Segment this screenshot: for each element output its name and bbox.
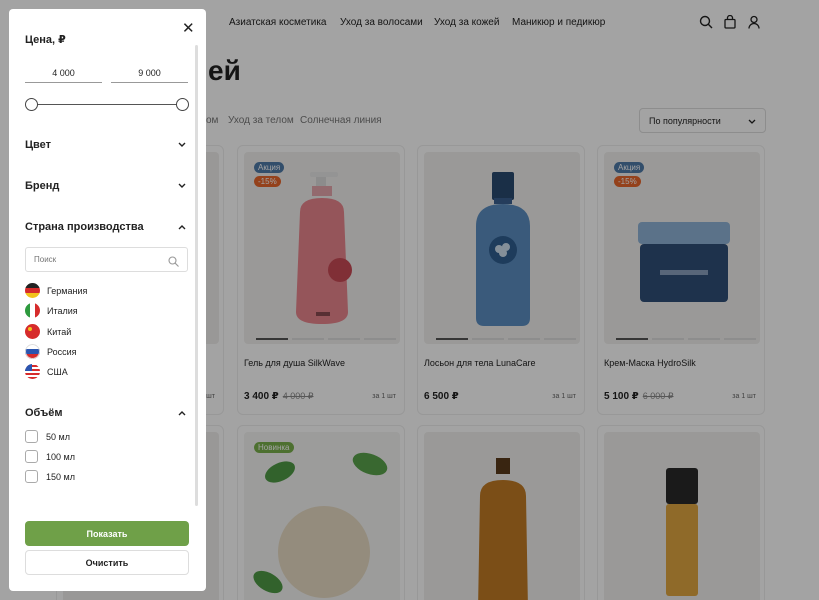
country-label: Германия [47,285,88,296]
price-filter-title: Цена, ₽ [25,34,66,46]
china-flag-icon [25,324,40,339]
checkbox[interactable] [25,450,38,463]
country-option-italy[interactable]: Италия [25,303,78,318]
filter-panel: ✕ Цена, ₽ Цвет Бренд Страна производства… [9,9,206,591]
country-label: Россия [47,346,77,357]
price-slider-track[interactable] [31,104,182,105]
chevron-up-icon[interactable] [178,408,186,419]
country-option-usa[interactable]: США [25,364,68,379]
panel-scrollbar[interactable] [195,45,198,506]
country-label: США [47,366,68,377]
country-label: Китай [47,326,72,337]
volume-option-100[interactable]: 100 мл [25,450,75,463]
price-slider-max-handle[interactable] [176,98,189,111]
italy-flag-icon [25,303,40,318]
country-search [25,247,188,272]
country-filter-header[interactable]: Страна производства [25,221,144,233]
close-icon[interactable]: ✕ [182,19,195,37]
color-filter-header[interactable]: Цвет [25,139,51,151]
brand-filter-header[interactable]: Бренд [25,180,59,192]
country-option-germany[interactable]: Германия [25,283,87,298]
price-slider-min-handle[interactable] [25,98,38,111]
show-results-button[interactable]: Показать [25,521,189,546]
usa-flag-icon [25,364,40,379]
checkbox[interactable] [25,430,38,443]
chevron-down-icon[interactable] [178,140,186,151]
chevron-down-icon[interactable] [178,181,186,192]
search-icon [168,254,179,267]
volume-filter-header[interactable]: Объём [25,407,62,419]
country-option-russia[interactable]: Россия [25,344,77,359]
price-min-input[interactable] [25,64,102,83]
germany-flag-icon [25,283,40,298]
volume-label: 50 мл [46,431,70,442]
price-max-input[interactable] [111,64,188,83]
clear-filters-button[interactable]: Очистить [25,550,189,575]
checkbox[interactable] [25,470,38,483]
volume-label: 100 мл [46,451,75,462]
russia-flag-icon [25,344,40,359]
volume-label: 150 мл [46,471,75,482]
volume-option-150[interactable]: 150 мл [25,470,75,483]
country-search-input[interactable] [26,248,156,271]
country-label: Италия [47,305,78,316]
volume-option-50[interactable]: 50 мл [25,430,70,443]
country-option-china[interactable]: Китай [25,324,71,339]
chevron-up-icon[interactable] [178,222,186,233]
